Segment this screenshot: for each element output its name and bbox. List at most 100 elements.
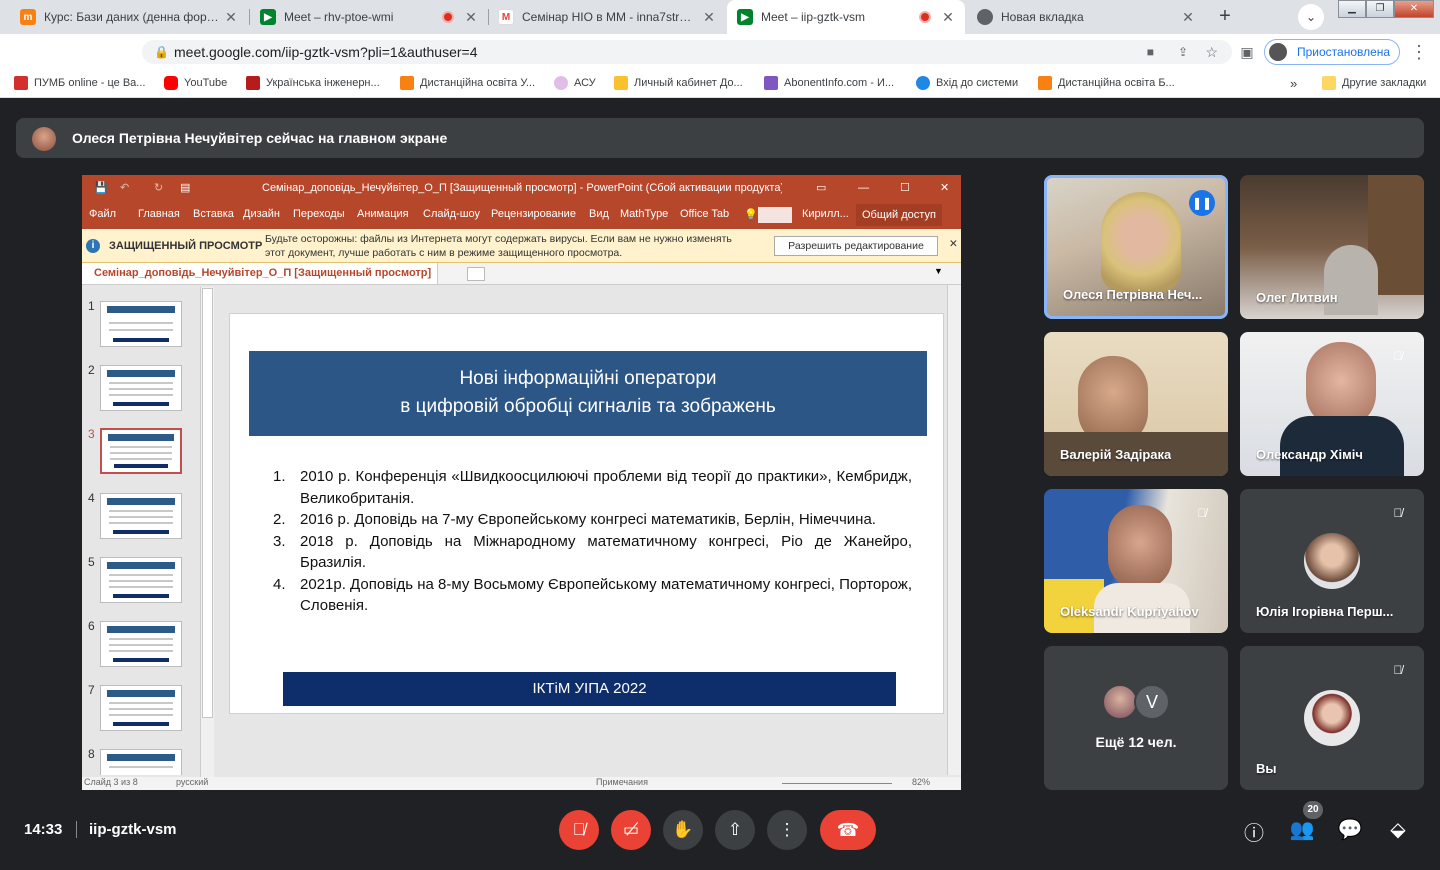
window-close-button[interactable]: ✕ [1394,0,1434,18]
minimize-button[interactable]: ▁ [1338,0,1366,18]
people-icon[interactable]: 👥 [1289,817,1315,842]
browser-tab[interactable]: Новая вкладка ✕ [967,0,1205,34]
avatar [32,127,56,151]
participant-tile[interactable]: Олег Литвин [1240,175,1424,319]
ribbon-tab: Файл [89,208,117,220]
slide-thumbnail [100,365,182,411]
mic-toggle-button[interactable]: 🎙̸ [559,810,599,850]
close-icon[interactable]: ✕ [1181,9,1195,26]
meeting-info-icon[interactable]: ⓘ [1241,817,1267,846]
ppt-title-bar: 💾 ↶ ↻ ▤ Семінар_доповідь_Нечуйвітер_О_П … [82,175,961,201]
slide-list: 1. 2010 р. Конференція «Швидкоосцилюючі п… [270,466,912,617]
close-icon[interactable]: ✕ [224,9,238,26]
ribbon-tab: Вставка [193,208,234,220]
save-icon: 💾 [94,182,108,194]
mic-off-icon: 🎙̸ [1197,506,1207,520]
bookmarks-bar: ПУМБ online - це Ва... YouTube Українськ… [0,70,1440,98]
menu-icon[interactable]: ⋮ [1408,42,1430,62]
close-icon: ✕ [949,238,958,250]
hang-up-icon: ☎ [836,820,860,840]
bookmark-item[interactable]: ПУМБ online - це Ва... [14,76,145,90]
site-icon [554,76,568,90]
new-tab-button[interactable]: + [1212,4,1238,30]
url-text: meet.google.com/iip-gztk-vsm?pli=1&authu… [174,44,478,60]
slide-thumbnail [100,621,182,667]
participant-tile[interactable]: Валерій Задірака [1044,332,1228,476]
present-button[interactable]: ⇧ [715,810,755,850]
mic-off-icon: 🎙̸ [1393,349,1403,363]
raise-hand-button[interactable]: ✋ [663,810,703,850]
youtube-icon [164,76,178,90]
more-participants-tile[interactable]: V Ещё 12 чел. [1044,646,1228,790]
more-bookmarks-button[interactable]: » [1290,76,1297,91]
chat-icon[interactable]: 💬 [1337,817,1363,842]
participant-tile[interactable]: 🎙̸ Олександр Хіміч [1240,332,1424,476]
participant-name: Олеся Петрівна Неч... [1063,287,1203,302]
browser-tab-bar: m Курс: Бази даних (денна форма на ✕ ▶ M… [0,0,1440,34]
ribbon-tab: Вид [589,208,609,220]
bookmark-star-icon[interactable]: ☆ [1205,40,1218,64]
zoom-slider [782,783,892,784]
self-tile[interactable]: 🎙̸ Вы [1240,646,1424,790]
participant-tile[interactable]: 🎙̸ Oleksandr Kupriyahov [1044,489,1228,633]
camera-toggle-button[interactable]: ▭̸ [611,810,651,850]
redo-icon: ↻ [154,182,164,194]
leave-call-button[interactable]: ☎ [820,810,876,850]
more-options-button[interactable]: ⋮ [767,810,807,850]
site-icon [916,76,930,90]
activities-icon[interactable]: ⬙ [1385,817,1411,842]
mic-off-icon: 🎙̸ [1393,663,1403,677]
participant-tile[interactable]: 🎙̸ Юлія Ігорівна Перш... [1240,489,1424,633]
slide-number: 8 [88,747,95,761]
avatar [1304,533,1360,589]
slideshow-icon: ▤ [180,182,191,194]
browser-tab[interactable]: m Курс: Бази даних (денна форма на ✕ [10,0,248,34]
shared-screen: 💾 ↶ ↻ ▤ Семінар_доповідь_Нечуйвітер_О_П … [82,175,961,790]
bookmark-item[interactable]: Українська інженерн... [246,76,380,90]
bookmark-item[interactable]: АСУ [554,76,596,90]
notes-toggle: Примечания [596,777,648,787]
camera-icon[interactable]: ■ [1147,40,1154,64]
dropdown-icon: ▼ [934,266,943,276]
close-icon[interactable]: ✕ [941,9,955,26]
bookmark-item[interactable]: Дистанційна освіта Б... [1038,76,1175,90]
avatar [1304,690,1360,746]
avatar: V [1134,684,1170,720]
warning-text: Будьте осторожны: файлы из Интернета мог… [265,233,732,245]
participant-count-badge: 20 [1303,801,1323,819]
ribbon-tab: Office Tab [680,208,730,220]
site-icon [614,76,628,90]
url-bar[interactable]: 🔒 meet.google.com/iip-gztk-vsm?pli=1&aut… [142,40,1232,64]
bookmark-item[interactable]: YouTube [164,76,227,90]
close-icon[interactable]: ✕ [464,9,478,26]
participant-name: Вы [1256,761,1277,776]
bookmark-item[interactable]: Дистанційна освіта У... [400,76,535,90]
bookmark-item[interactable]: Личный кабинет До... [614,76,743,90]
share-icon[interactable]: ⇪ [1178,40,1188,64]
current-slide: Нові інформаційні оператори в цифровій о… [229,313,944,714]
browser-tab[interactable]: M Семінар НІО в ММ - inna7str@gma ✕ [488,0,726,34]
browser-tab[interactable]: ▶ Meet – rhv-ptoe-wmi ✕ [250,0,488,34]
mic-off-icon: 🎙̸ [1393,506,1403,520]
participant-tile[interactable]: ❚❚ Олеся Петрівна Неч... [1044,175,1228,319]
other-bookmarks[interactable]: Другие закладки [1322,76,1426,90]
participant-name: Oleksandr Kupriyahov [1060,604,1199,619]
ppt-ribbon: Файл Главная Вставка Дизайн Переходы Ани… [82,201,961,229]
presenter-text: Олеся Петрівна Нечуйвітер сейчас на глав… [72,130,448,146]
side-panel-icon[interactable]: ▣ [1236,42,1258,62]
undo-icon: ↶ [120,182,130,194]
bookmark-item[interactable]: Вхід до системи [916,76,1018,90]
profile-button[interactable]: Приостановлена [1264,39,1400,65]
bookmark-item[interactable]: AbonentInfo.com - И... [764,76,894,90]
ribbon-tab: Рецензирование [491,208,576,220]
warning-label: ЗАЩИЩЕННЫЙ ПРОСМОТР [109,240,263,252]
moodle-icon [1038,76,1052,90]
ribbon-tab: Переходы [293,208,345,220]
close-icon[interactable]: ✕ [702,9,716,26]
participant-name: Олег Литвин [1256,290,1338,305]
tab-search-icon[interactable]: ⌄ [1298,4,1324,30]
ribbon-tab: MathType [620,208,669,220]
slide-thumbnails: 1 2 3 4 5 6 7 8 [82,285,214,775]
browser-tab-active[interactable]: ▶ Meet – iip-gztk-vsm ✕ [727,0,965,34]
maximize-button[interactable]: ❐ [1366,0,1394,18]
